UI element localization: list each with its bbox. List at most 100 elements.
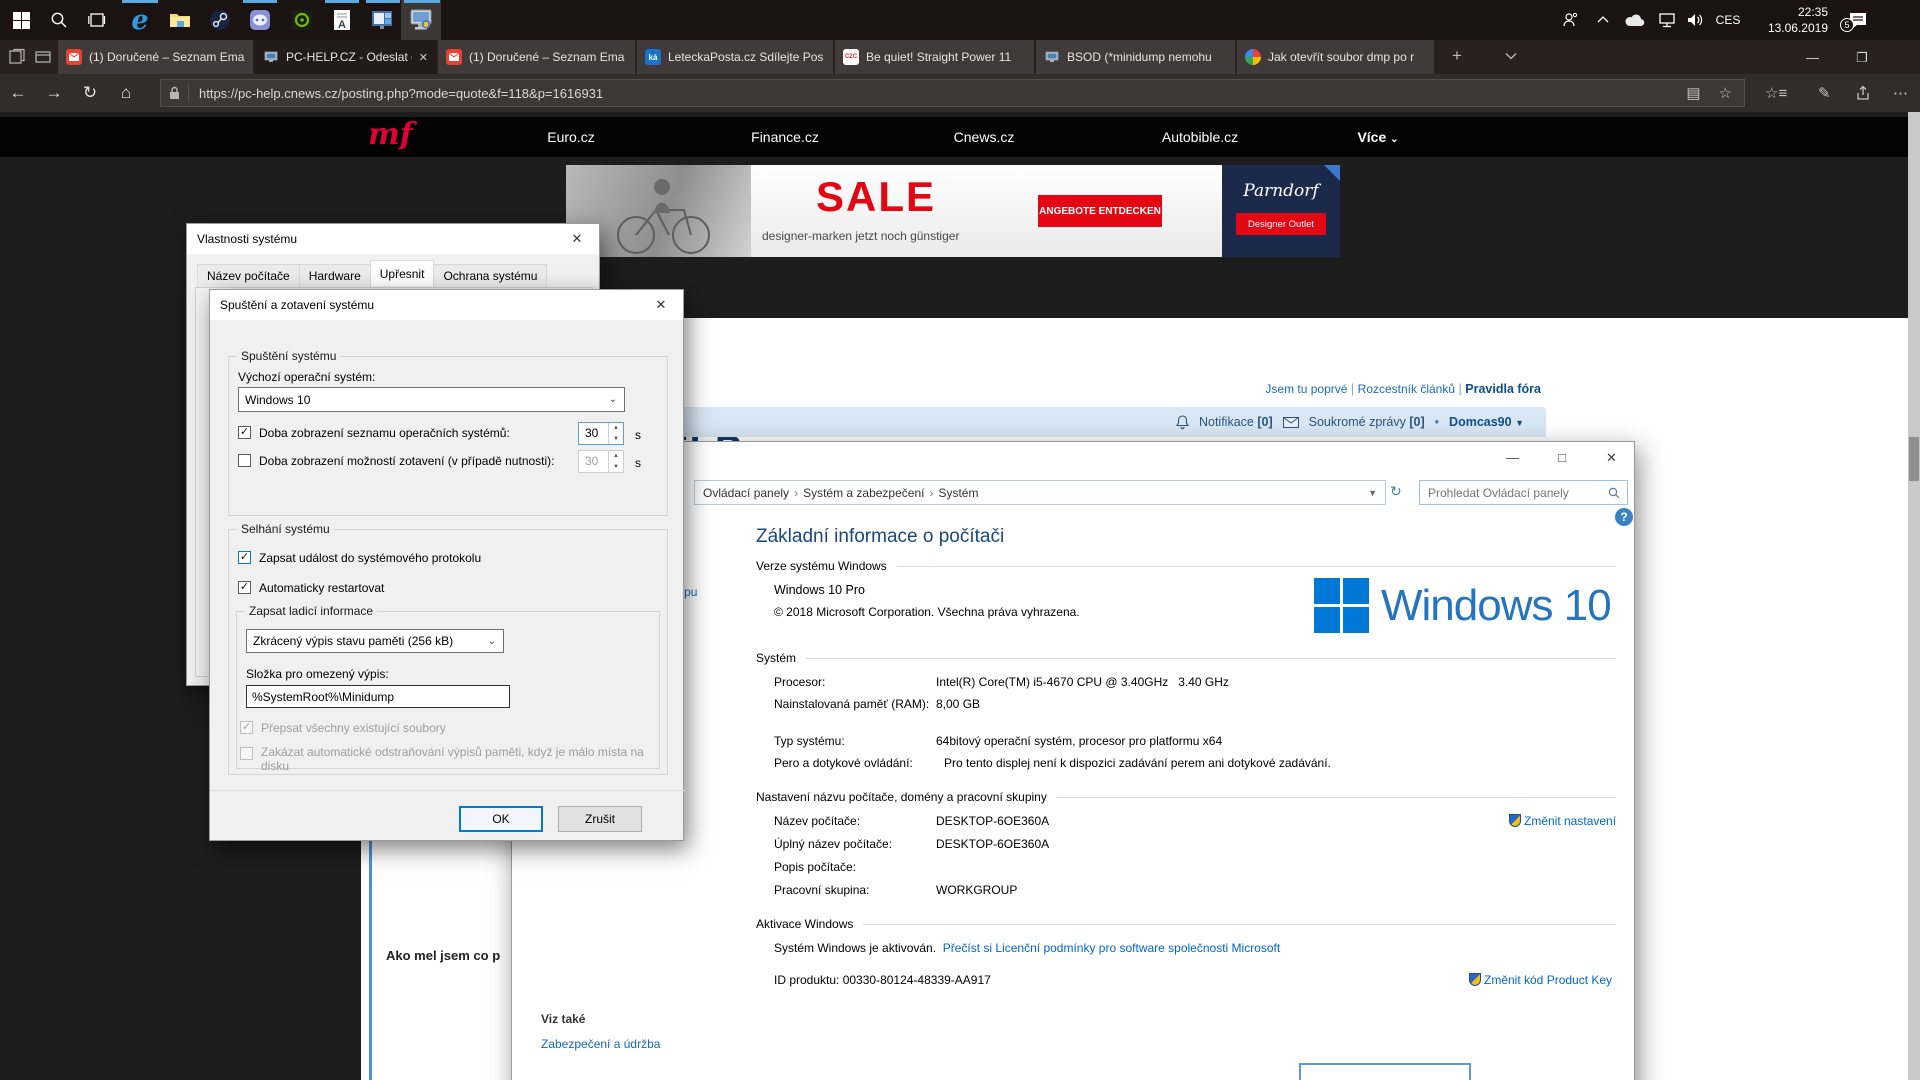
- home-icon[interactable]: ⌂: [108, 83, 144, 103]
- discord-icon[interactable]: [241, 0, 279, 40]
- tab-leteckaposta[interactable]: ká LeteckaPosta.cz Sdílejte Pos: [637, 40, 834, 74]
- spinner-up-icon[interactable]: ▲: [609, 423, 623, 434]
- tab-advanced[interactable]: Upřesnit: [370, 260, 435, 286]
- adchoices-icon[interactable]: [1324, 165, 1340, 181]
- tab-pchelp-active[interactable]: PC-HELP.CZ - Odeslat o ✕: [255, 40, 437, 74]
- ink-pen-icon[interactable]: ✎: [1818, 84, 1831, 102]
- checkbox-recovery-options[interactable]: ✓: [238, 454, 251, 467]
- spinner-down-icon[interactable]: ▼: [609, 434, 623, 445]
- restore-button[interactable]: ❐: [1839, 41, 1884, 75]
- see-also-security-link[interactable]: Zabezpečení a údržba: [541, 1037, 660, 1051]
- file-explorer-icon[interactable]: [161, 0, 199, 40]
- hub-favorites-icon[interactable]: ☆≡: [1765, 84, 1787, 102]
- maximize-button[interactable]: □: [1540, 442, 1585, 472]
- tab-list-chevron-icon[interactable]: [1505, 52, 1517, 60]
- dialog-title-bar[interactable]: Spuštění a zotavení systému ✕: [210, 290, 683, 320]
- tab-hardware[interactable]: Hardware: [299, 264, 371, 288]
- url-field[interactable]: https://pc-help.cnews.cz/posting.php?mod…: [160, 79, 1745, 107]
- default-os-select[interactable]: Windows 10⌄: [238, 387, 625, 412]
- edge-taskbar-icon[interactable]: e: [121, 0, 159, 40]
- refresh-icon[interactable]: ↻: [72, 83, 108, 103]
- share-icon[interactable]: [1855, 85, 1871, 101]
- link-articles[interactable]: Rozcestník článků: [1358, 382, 1455, 396]
- reading-view-icon[interactable]: ▤: [1686, 84, 1700, 102]
- ok-button[interactable]: OK: [459, 806, 543, 832]
- dialog-title-bar[interactable]: Vlastnosti systému ✕: [187, 224, 599, 254]
- os-list-seconds-spinner[interactable]: 30 ▲▼: [578, 422, 624, 445]
- forward-icon[interactable]: →: [36, 83, 72, 103]
- task-view-icon[interactable]: [78, 0, 116, 40]
- crumb-control-panel[interactable]: Ovládací panely: [703, 486, 789, 500]
- menu-ellipsis-icon[interactable]: ⋯: [1893, 84, 1908, 102]
- menu-vice[interactable]: Více ⌄: [1357, 129, 1398, 145]
- envelope-icon[interactable]: [1283, 417, 1299, 428]
- crumb-system-security[interactable]: Systém a zabezpečení: [803, 486, 924, 500]
- checkbox-auto-restart[interactable]: ✓: [238, 581, 251, 594]
- change-product-key-link[interactable]: Změnit kód Product Key: [1469, 971, 1612, 989]
- tab-google[interactable]: Jak otevřít soubor dmp po r: [1237, 40, 1435, 74]
- close-icon[interactable]: ✕: [555, 224, 599, 253]
- cp-search-box[interactable]: [1419, 480, 1628, 505]
- nvidia-icon[interactable]: [283, 0, 321, 40]
- link-forum-rules[interactable]: Pravidla fóra: [1465, 382, 1541, 396]
- new-tab-button[interactable]: +: [1452, 46, 1462, 66]
- close-button[interactable]: ✕: [1589, 443, 1634, 473]
- search-icon[interactable]: [1601, 487, 1627, 499]
- set-aside-tabs-icon[interactable]: [8, 48, 26, 66]
- clock[interactable]: 22:35 13.06.2019: [1750, 4, 1828, 36]
- onedrive-icon[interactable]: [1620, 0, 1650, 40]
- url-text[interactable]: https://pc-help.cnews.cz/posting.php?mod…: [199, 86, 603, 101]
- refresh-icon[interactable]: ↻: [1390, 483, 1402, 500]
- cancel-button[interactable]: Zrušit: [558, 806, 642, 832]
- start-button[interactable]: [2, 0, 40, 40]
- tray-chevron-icon[interactable]: [1590, 0, 1616, 40]
- username-menu[interactable]: Domcas90 ▼: [1449, 415, 1524, 429]
- close-icon[interactable]: ✕: [639, 290, 683, 319]
- dump-type-select[interactable]: Zkrácený výpis stavu paměti (256 kB)⌄: [246, 629, 504, 653]
- system-properties-taskbar-icon[interactable]: [401, 0, 441, 40]
- menu-cnews[interactable]: Cnews.cz: [954, 129, 1015, 145]
- private-messages-link[interactable]: Soukromé zprávy [0]: [1309, 415, 1425, 429]
- change-settings-link[interactable]: Změnit nastavení: [1509, 812, 1616, 830]
- tab-protection[interactable]: Ochrana systému: [433, 264, 547, 288]
- steam-icon[interactable]: [201, 0, 239, 40]
- menu-autobible[interactable]: Autobible.cz: [1162, 129, 1238, 145]
- link-first-time[interactable]: Jsem tu poprvé: [1265, 382, 1347, 396]
- scrollbar-thumb[interactable]: [1909, 437, 1919, 481]
- breadcrumb[interactable]: Ovládací panely › Systém a zabezpečení ›…: [694, 480, 1386, 505]
- menu-euro[interactable]: Euro.cz: [547, 129, 594, 145]
- tab-close-icon[interactable]: ✕: [419, 51, 428, 64]
- ad-banner[interactable]: SALE designer-marken jetzt noch günstige…: [566, 165, 1340, 257]
- dump-folder-input[interactable]: [246, 685, 510, 708]
- language-indicator[interactable]: CES: [1711, 0, 1745, 40]
- notifications-link[interactable]: Notifikace [0]: [1199, 415, 1273, 429]
- tab-czc[interactable]: CZC Be quiet! Straight Power 11: [835, 40, 1035, 74]
- ad-cta-button[interactable]: ANGEBOTE ENTDECKEN: [1038, 195, 1162, 227]
- search-input[interactable]: [1420, 486, 1601, 500]
- browser-scrollbar[interactable]: [1908, 112, 1920, 1080]
- tab-seznam-2[interactable]: (1) Doručené – Seznam Ema: [438, 40, 636, 74]
- menu-finance[interactable]: Finance.cz: [751, 129, 819, 145]
- tab-computer-name[interactable]: Název počítače: [197, 264, 300, 288]
- checkbox-write-event[interactable]: ✓: [238, 551, 251, 564]
- crumb-dropdown-icon[interactable]: ▼: [1368, 488, 1385, 498]
- minimize-button[interactable]: —: [1790, 40, 1835, 74]
- mf-logo[interactable]: mf: [368, 117, 413, 152]
- checkbox-show-os-list[interactable]: ✓: [238, 426, 251, 439]
- tab-bsod[interactable]: BSOD (*minidump nemohu: [1036, 40, 1236, 74]
- back-icon[interactable]: ←: [0, 83, 36, 103]
- network-icon[interactable]: [1653, 0, 1681, 40]
- crumb-system[interactable]: Systém: [938, 486, 978, 500]
- tab-preview-icon[interactable]: [34, 48, 52, 66]
- tab-seznam-1[interactable]: (1) Doručené – Seznam Ema: [58, 40, 254, 74]
- people-tray-icon[interactable]: [1555, 0, 1585, 40]
- action-center-icon[interactable]: 5: [1838, 0, 1878, 40]
- bell-icon[interactable]: [1176, 415, 1189, 429]
- help-icon[interactable]: ?: [1615, 508, 1633, 526]
- presentation-app-icon[interactable]: [363, 0, 401, 40]
- license-terms-link[interactable]: Přečíst si Licenční podmínky pro softwar…: [943, 941, 1280, 955]
- minimize-button[interactable]: —: [1490, 442, 1535, 472]
- search-icon[interactable]: [40, 0, 78, 40]
- favorite-star-icon[interactable]: ☆: [1719, 84, 1732, 102]
- volume-icon[interactable]: [1681, 0, 1709, 40]
